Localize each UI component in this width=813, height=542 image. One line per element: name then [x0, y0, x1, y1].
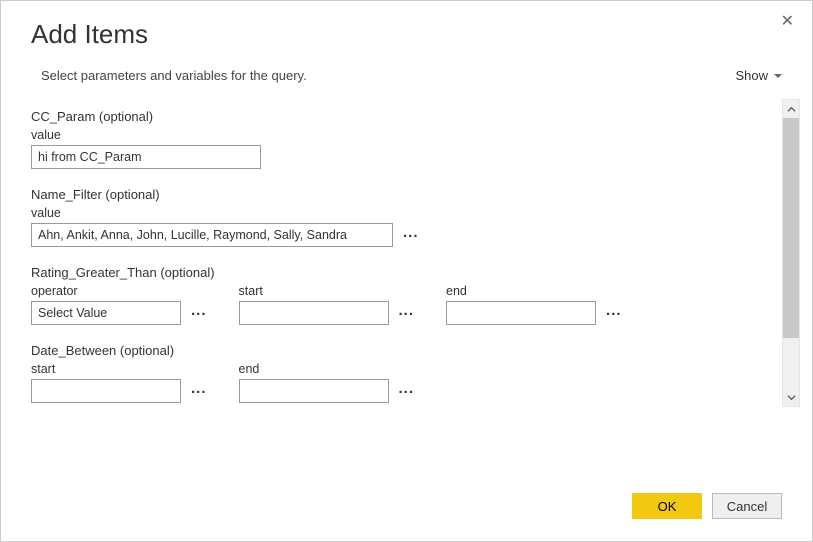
dialog-title: Add Items [31, 19, 812, 50]
dialog-subtitle: Select parameters and variables for the … [41, 68, 307, 83]
field-label: value [31, 128, 772, 142]
more-icon[interactable]: ... [397, 381, 417, 402]
field-label: start [239, 284, 417, 298]
more-icon[interactable]: ... [189, 303, 209, 324]
scrollbar-thumb[interactable] [783, 118, 799, 338]
content-wrap: CC_Param (optional) value Name_Filter (o… [31, 99, 800, 477]
date-end-block: end ... [239, 362, 417, 403]
field-label: end [446, 284, 624, 298]
rating-end-input[interactable] [446, 301, 596, 325]
cc-param-value-input[interactable] [31, 145, 261, 169]
field-label: end [239, 362, 417, 376]
cancel-button[interactable]: Cancel [712, 493, 782, 519]
ok-button[interactable]: OK [632, 493, 702, 519]
add-items-dialog: ✕ Add Items Select parameters and variab… [0, 0, 813, 542]
close-icon[interactable]: ✕ [781, 11, 794, 31]
param-title: CC_Param (optional) [31, 109, 772, 124]
date-start-block: start ... [31, 362, 209, 403]
param-rating-greater-than: Rating_Greater_Than (optional) operator … [31, 265, 772, 325]
field-label: start [31, 362, 209, 376]
chevron-down-icon [774, 74, 782, 78]
rating-end-block: end ... [446, 284, 624, 325]
scroll-up-icon[interactable] [783, 100, 799, 118]
show-label: Show [735, 68, 768, 83]
cc-param-value-block: value [31, 128, 772, 169]
select-value: Select Value [38, 306, 107, 320]
date-start-input[interactable] [31, 379, 181, 403]
more-icon[interactable]: ... [397, 303, 417, 324]
rating-operator-select[interactable]: Select Value [31, 301, 181, 325]
more-icon[interactable]: ... [401, 225, 421, 246]
rating-operator-block: operator Select Value ... [31, 284, 209, 325]
more-icon[interactable]: ... [604, 303, 624, 324]
name-filter-value-input[interactable] [31, 223, 393, 247]
scrollbar-track[interactable] [783, 118, 799, 388]
param-date-between: Date_Between (optional) start ... end [31, 343, 772, 403]
param-cc-param: CC_Param (optional) value [31, 109, 772, 169]
field-label: operator [31, 284, 209, 298]
dialog-toprow: Select parameters and variables for the … [41, 68, 782, 83]
name-filter-value-block: value ... [31, 206, 772, 247]
form-area: CC_Param (optional) value Name_Filter (o… [31, 99, 782, 477]
param-title: Name_Filter (optional) [31, 187, 772, 202]
vertical-scrollbar[interactable] [782, 99, 800, 407]
rating-start-input[interactable] [239, 301, 389, 325]
param-title: Date_Between (optional) [31, 343, 772, 358]
dialog-footer: OK Cancel [1, 477, 812, 541]
field-label: value [31, 206, 772, 220]
param-name-filter: Name_Filter (optional) value ... [31, 187, 772, 247]
more-icon[interactable]: ... [189, 381, 209, 402]
date-end-input[interactable] [239, 379, 389, 403]
show-dropdown[interactable]: Show [735, 68, 782, 83]
param-title: Rating_Greater_Than (optional) [31, 265, 772, 280]
rating-start-block: start ... [239, 284, 417, 325]
scroll-down-icon[interactable] [783, 388, 799, 406]
